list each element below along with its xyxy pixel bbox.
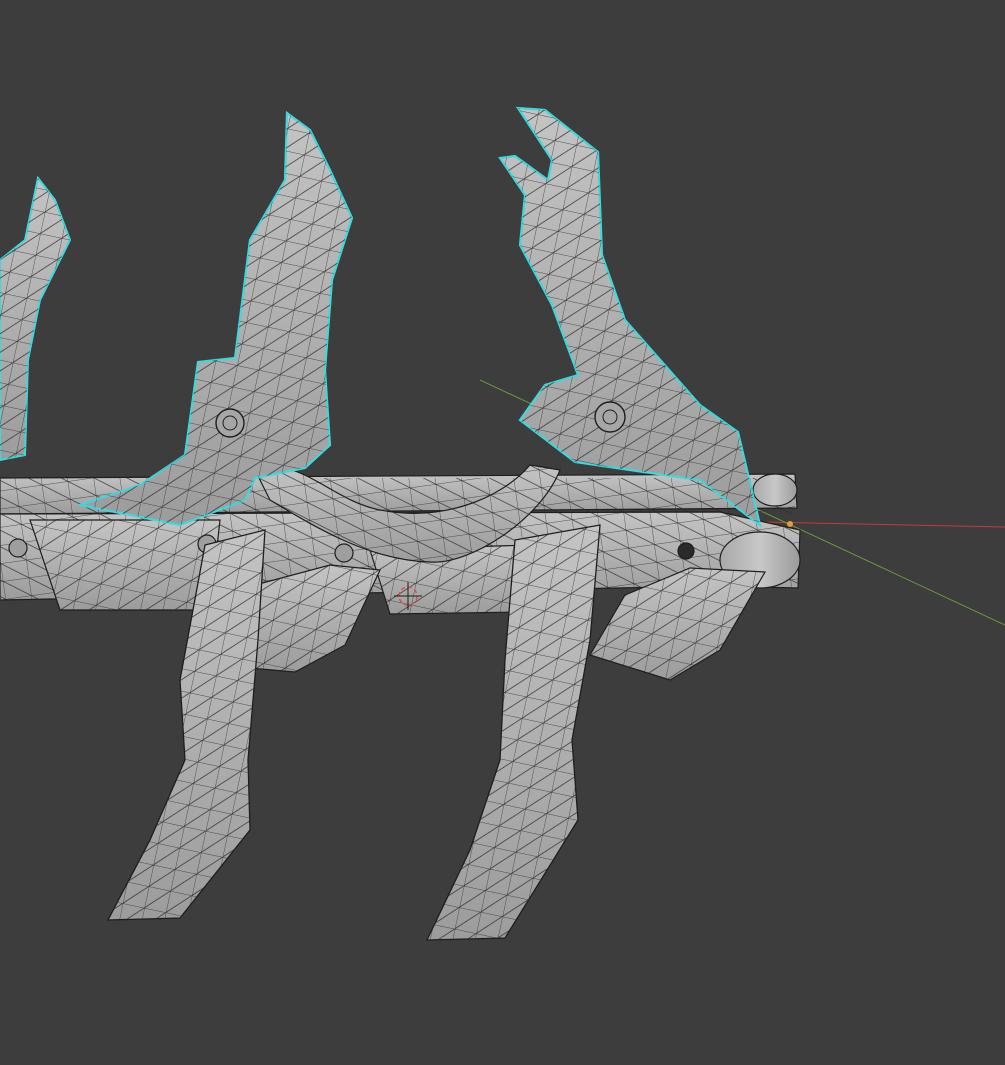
x-axis-line xyxy=(759,521,1005,528)
horn-bolt-right xyxy=(594,401,626,433)
viewport-canvas[interactable] xyxy=(0,0,1005,1065)
3d-viewport[interactable] xyxy=(0,0,1005,1065)
selected-horn-right[interactable] xyxy=(498,106,762,528)
selected-horn-middle[interactable] xyxy=(75,110,354,527)
origin-point xyxy=(787,521,793,527)
horn-bolt xyxy=(215,408,245,438)
selected-horn-left[interactable] xyxy=(0,175,72,462)
